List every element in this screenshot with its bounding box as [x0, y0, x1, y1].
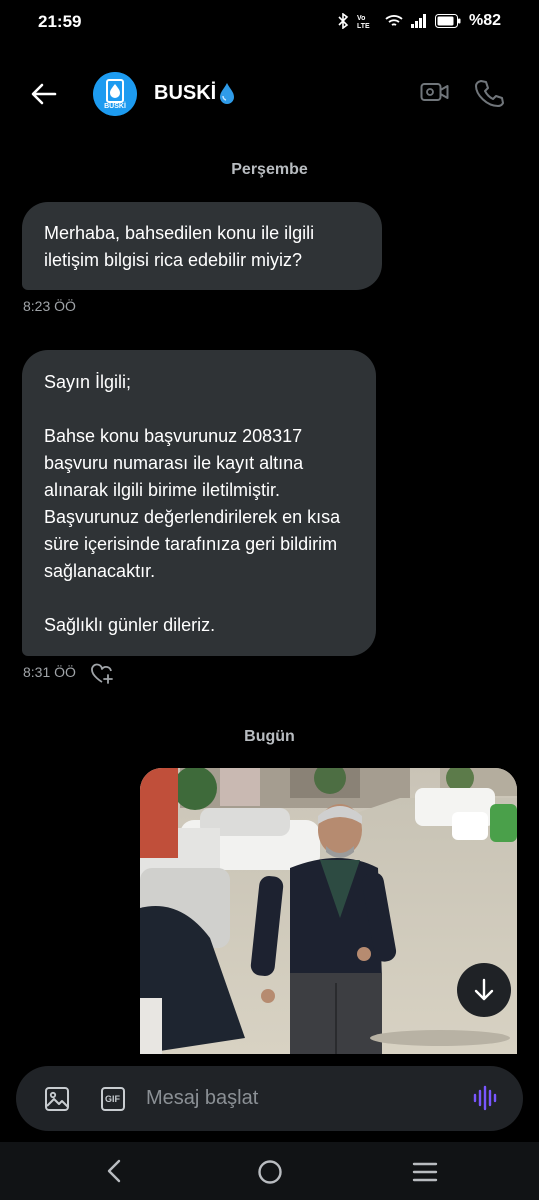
media-button[interactable]: [44, 1086, 70, 1117]
wifi-icon: [385, 15, 403, 26]
heart-plus-icon: [91, 663, 113, 684]
arrow-left-icon: [31, 83, 57, 105]
menu-lines-icon: [412, 1162, 438, 1182]
status-time: 21:59: [38, 12, 82, 31]
voice-call-button[interactable]: [474, 78, 504, 113]
message-text: Merhaba, bahsedilen konu ile ilgili ilet…: [44, 223, 315, 270]
video-call-button[interactable]: [420, 80, 450, 109]
status-icons: Vo LTE %82: [337, 12, 501, 30]
message-timestamp: 8:23 ÖÖ: [23, 298, 76, 314]
nav-recents-button[interactable]: [412, 1161, 438, 1188]
message-text: Sayın İlgili; Bahse konu başvurunuz 2083…: [44, 372, 341, 635]
gif-button[interactable]: GIF: [100, 1086, 126, 1117]
nav-back-button[interactable]: [104, 1159, 124, 1188]
voice-message-button[interactable]: [472, 1084, 500, 1117]
message-bubble[interactable]: Sayın İlgili; Bahse konu başvurunuz 2083…: [22, 350, 376, 656]
svg-text:LTE: LTE: [357, 23, 370, 29]
back-button[interactable]: [26, 78, 62, 110]
bluetooth-icon: [338, 13, 349, 29]
volte-icon: VoLTE: [357, 15, 370, 29]
phone-icon: [475, 80, 504, 107]
gif-label: GIF: [105, 1094, 120, 1104]
video-camera-icon: [420, 83, 449, 101]
contact-name[interactable]: BUSKİ: [154, 81, 236, 105]
avatar[interactable]: BUSKİ: [93, 72, 137, 116]
message-composer: GIF Mesaj başlat: [16, 1066, 523, 1131]
status-bar: 21:59 Vo LTE %82: [0, 0, 539, 44]
battery-percentage: %82: [468, 12, 501, 29]
react-button[interactable]: [90, 663, 114, 690]
date-separator: Perşembe: [231, 161, 308, 178]
avatar-label: BUSKİ: [104, 103, 126, 110]
svg-text:Vo: Vo: [357, 15, 365, 22]
image-icon: [45, 1087, 69, 1111]
contact-name-text: BUSKİ: [154, 81, 217, 104]
arrow-down-icon: [474, 978, 494, 1001]
circle-home-icon: [258, 1160, 282, 1184]
photo-message[interactable]: [140, 768, 517, 1054]
message-timestamp: 8:31 ÖÖ: [23, 664, 76, 680]
date-separator: Bugün: [244, 728, 295, 745]
street-photo-image: [140, 768, 517, 1054]
scroll-to-bottom-button[interactable]: [457, 963, 511, 1017]
water-drop-icon: [220, 83, 235, 104]
message-bubble[interactable]: Merhaba, bahsedilen konu ile ilgili ilet…: [22, 202, 382, 290]
signal-icon: [410, 14, 426, 28]
system-nav-bar: [0, 1142, 539, 1200]
chevron-left-icon: [107, 1159, 121, 1183]
audio-wave-icon: [473, 1085, 497, 1111]
message-input[interactable]: Mesaj başlat: [146, 1087, 258, 1110]
conversation-header: BUSKİ BUSKİ: [0, 62, 539, 126]
nav-home-button[interactable]: [257, 1159, 283, 1190]
battery-icon: [434, 14, 461, 28]
